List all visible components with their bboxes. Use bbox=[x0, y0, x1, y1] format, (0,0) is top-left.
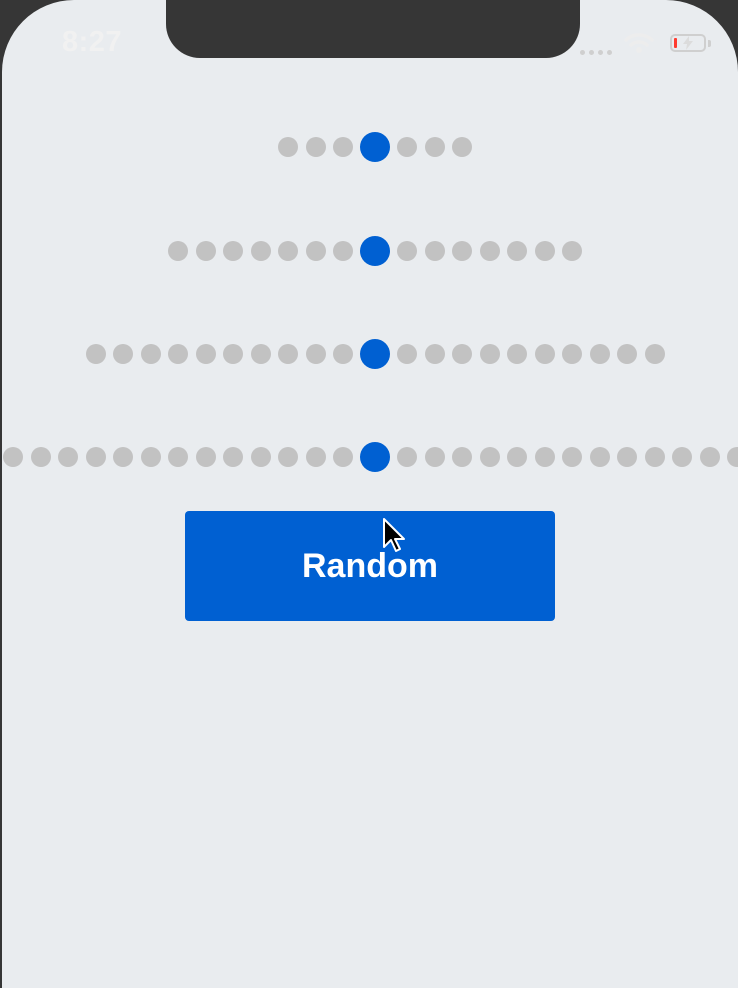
indicator-dot bbox=[644, 447, 665, 467]
indicator-dot bbox=[562, 447, 582, 467]
indicator-dot bbox=[278, 344, 298, 364]
indicator-dot bbox=[452, 241, 472, 261]
indicator-dot bbox=[333, 447, 353, 467]
indicator-dot bbox=[195, 447, 216, 467]
indicator-dot bbox=[424, 137, 445, 157]
status-icons bbox=[580, 32, 720, 58]
indicator-dot bbox=[305, 447, 326, 467]
phone-frame: 8:27 Random bbox=[0, 0, 738, 988]
indicator-dot bbox=[333, 344, 353, 364]
indicator-row-2 bbox=[2, 231, 738, 271]
indicator-dot bbox=[140, 447, 161, 467]
signal-dot-icon bbox=[607, 50, 612, 55]
indicator-dot bbox=[250, 447, 271, 467]
signal-dot-icon bbox=[580, 50, 585, 55]
indicator-dot bbox=[168, 447, 188, 467]
indicator-dot bbox=[644, 344, 665, 364]
indicator-dot bbox=[424, 344, 445, 364]
battery-icon bbox=[670, 34, 706, 52]
indicator-dot bbox=[397, 447, 417, 467]
indicator-dot bbox=[507, 344, 527, 364]
indicator-dot bbox=[589, 344, 610, 364]
indicator-dot bbox=[113, 447, 133, 467]
indicator-dot bbox=[672, 447, 692, 467]
indicator-dot bbox=[479, 447, 500, 467]
indicator-dot bbox=[479, 241, 500, 261]
indicator-dot bbox=[562, 241, 582, 261]
wifi-icon bbox=[624, 33, 654, 53]
indicator-dot-active bbox=[360, 442, 390, 472]
indicator-dot bbox=[589, 447, 610, 467]
indicator-dot bbox=[3, 447, 23, 467]
random-button[interactable]: Random bbox=[185, 511, 555, 621]
charging-bolt-icon bbox=[683, 36, 693, 50]
indicator-dot bbox=[397, 137, 417, 157]
indicator-dot bbox=[195, 241, 216, 261]
indicator-dot bbox=[534, 344, 555, 364]
indicator-dot bbox=[85, 344, 106, 364]
indicator-dot bbox=[699, 447, 720, 467]
indicator-row-4 bbox=[2, 437, 738, 477]
indicator-dot-active bbox=[360, 236, 390, 266]
indicator-dot bbox=[223, 447, 243, 467]
indicator-dot bbox=[223, 241, 243, 261]
indicator-dot bbox=[397, 241, 417, 261]
indicator-dot bbox=[305, 344, 326, 364]
indicator-dot bbox=[507, 241, 527, 261]
indicator-dot bbox=[305, 241, 326, 261]
indicator-dot bbox=[333, 137, 353, 157]
indicator-dot bbox=[250, 241, 271, 261]
indicator-dot bbox=[617, 447, 637, 467]
indicator-dot bbox=[223, 344, 243, 364]
random-button-label: Random bbox=[302, 546, 438, 585]
status-time: 8:27 bbox=[62, 26, 123, 58]
signal-dot-icon bbox=[589, 50, 594, 55]
indicator-dot bbox=[333, 241, 353, 261]
indicator-row-3 bbox=[2, 334, 738, 374]
indicator-dot bbox=[113, 344, 133, 364]
indicator-dot bbox=[168, 241, 188, 261]
indicator-dot bbox=[278, 137, 298, 157]
indicator-dot-active bbox=[360, 132, 390, 162]
signal-dot-icon bbox=[598, 50, 603, 55]
battery-level bbox=[674, 38, 677, 48]
mouse-pointer-icon bbox=[383, 518, 405, 552]
indicator-dot bbox=[58, 447, 78, 467]
battery-cap bbox=[708, 40, 711, 47]
indicator-dot bbox=[562, 344, 582, 364]
indicator-dot bbox=[85, 447, 106, 467]
indicator-dot bbox=[424, 241, 445, 261]
indicator-dot bbox=[424, 447, 445, 467]
indicator-dot bbox=[507, 447, 527, 467]
indicator-dot bbox=[140, 344, 161, 364]
indicator-dot bbox=[534, 241, 555, 261]
indicator-dot bbox=[195, 344, 216, 364]
indicator-dot bbox=[727, 447, 738, 467]
indicator-dot bbox=[168, 344, 188, 364]
app-screen: 8:27 Random bbox=[2, 0, 738, 988]
indicator-dot bbox=[278, 241, 298, 261]
indicator-dot bbox=[617, 344, 637, 364]
indicator-dot bbox=[534, 447, 555, 467]
camera-notch bbox=[166, 0, 580, 58]
indicator-dot-active bbox=[360, 339, 390, 369]
indicator-row-1 bbox=[2, 127, 738, 167]
indicator-dot bbox=[452, 137, 472, 157]
indicator-dot bbox=[305, 137, 326, 157]
indicator-dot bbox=[479, 344, 500, 364]
indicator-dot bbox=[452, 344, 472, 364]
indicator-dot bbox=[30, 447, 51, 467]
indicator-dot bbox=[250, 344, 271, 364]
indicator-dot bbox=[397, 344, 417, 364]
indicator-dot bbox=[452, 447, 472, 467]
indicator-dot bbox=[278, 447, 298, 467]
